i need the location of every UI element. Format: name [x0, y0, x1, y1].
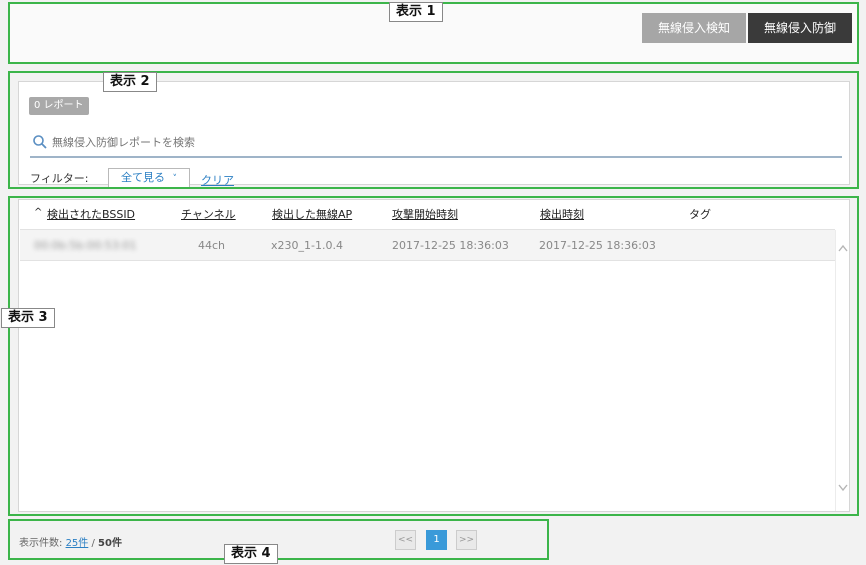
- annotation-label-3: 表示 3: [1, 308, 55, 328]
- annotation-label-1: 表示 1: [389, 2, 443, 22]
- annotation-label-2: 表示 2: [103, 72, 157, 92]
- annotation-frame-3: [8, 196, 859, 516]
- annotation-label-4: 表示 4: [224, 544, 278, 564]
- annotation-frame-4: [8, 519, 549, 560]
